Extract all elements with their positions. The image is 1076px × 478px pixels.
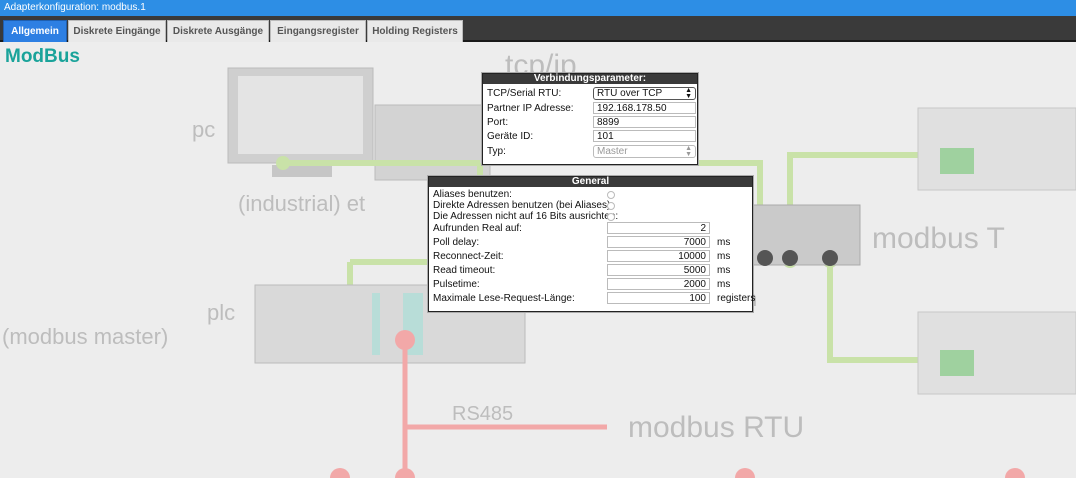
tcp-serial-select[interactable]: RTU over TCP ▲ ▼ [593, 87, 696, 100]
type-label: Typ: [487, 146, 506, 157]
pulsetime-unit: ms [717, 279, 731, 290]
port-input[interactable]: 8899 [593, 116, 696, 128]
device-id-input[interactable]: 101 [593, 130, 696, 142]
pulsetime-label: Pulsetime: [433, 279, 480, 290]
type-select[interactable]: Master ▲ ▼ [593, 145, 696, 158]
general-settings-panel: General Aliases benutzen: Direkte Adress… [428, 176, 756, 312]
tab-diskrete-ausgaenge[interactable]: Diskrete Ausgänge [167, 20, 269, 42]
poll-delay-input[interactable]: 7000 [607, 236, 710, 248]
connection-parameters-title: Verbindungsparameter: [483, 74, 697, 84]
poll-delay-label: Poll delay: [433, 237, 480, 248]
max-read-length-unit: registers [717, 293, 756, 304]
partner-ip-input[interactable]: 192.168.178.50 [593, 102, 696, 114]
select-arrows-icon: ▲ ▼ [685, 87, 692, 100]
modbus-master-label: (modbus master) [2, 324, 168, 349]
reconnect-label: Reconnect-Zeit: [433, 251, 504, 262]
tcp-serial-value: RTU over TCP [597, 88, 663, 99]
pulsetime-input[interactable]: 2000 [607, 278, 710, 290]
use-aliases-checkbox[interactable] [607, 191, 615, 199]
reconnect-input[interactable]: 10000 [607, 250, 710, 262]
modbus-tcp-label: modbus T [872, 222, 1005, 255]
max-read-length-input[interactable]: 100 [607, 292, 710, 304]
general-settings-title: General [429, 177, 752, 187]
device-id-label: Geräte ID: [487, 131, 534, 142]
tcp-serial-label: TCP/Serial RTU: [487, 88, 562, 99]
read-timeout-unit: ms [717, 265, 731, 276]
window-title: Adapterkonfiguration: modbus.1 [0, 0, 1076, 16]
pc-label: pc [192, 117, 215, 142]
tab-bar: Allgemein Diskrete Eingänge Diskrete Aus… [0, 16, 1076, 42]
tab-allgemein[interactable]: Allgemein [3, 20, 67, 42]
page-title: ModBus [5, 46, 80, 67]
modbus-rtu-label: modbus RTU [628, 411, 804, 444]
tab-eingangsregister[interactable]: Eingangsregister [270, 20, 366, 42]
read-timeout-label: Read timeout: [433, 265, 496, 276]
direct-addresses-checkbox[interactable] [607, 202, 615, 210]
tab-holding-registers[interactable]: Holding Registers [367, 20, 463, 42]
partner-ip-label: Partner IP Adresse: [487, 103, 574, 114]
connection-parameters-panel: Verbindungsparameter: TCP/Serial RTU: RT… [482, 73, 698, 165]
max-read-length-label: Maximale Lese-Request-Länge: [433, 293, 575, 304]
plc-label: plc [207, 300, 235, 325]
no-align-checkbox[interactable] [607, 213, 615, 221]
reconnect-unit: ms [717, 251, 731, 262]
industrial-label: (industrial) et [238, 191, 365, 216]
poll-delay-unit: ms [717, 237, 731, 248]
select-arrows-icon: ▲ ▼ [685, 145, 692, 158]
round-real-label: Aufrunden Real auf: [433, 223, 522, 234]
rs485-label: RS485 [452, 403, 513, 425]
round-real-input[interactable]: 2 [607, 222, 710, 234]
tab-diskrete-eingaenge[interactable]: Diskrete Eingänge [68, 20, 166, 42]
port-label: Port: [487, 117, 509, 128]
read-timeout-input[interactable]: 5000 [607, 264, 710, 276]
type-value: Master [597, 146, 628, 157]
